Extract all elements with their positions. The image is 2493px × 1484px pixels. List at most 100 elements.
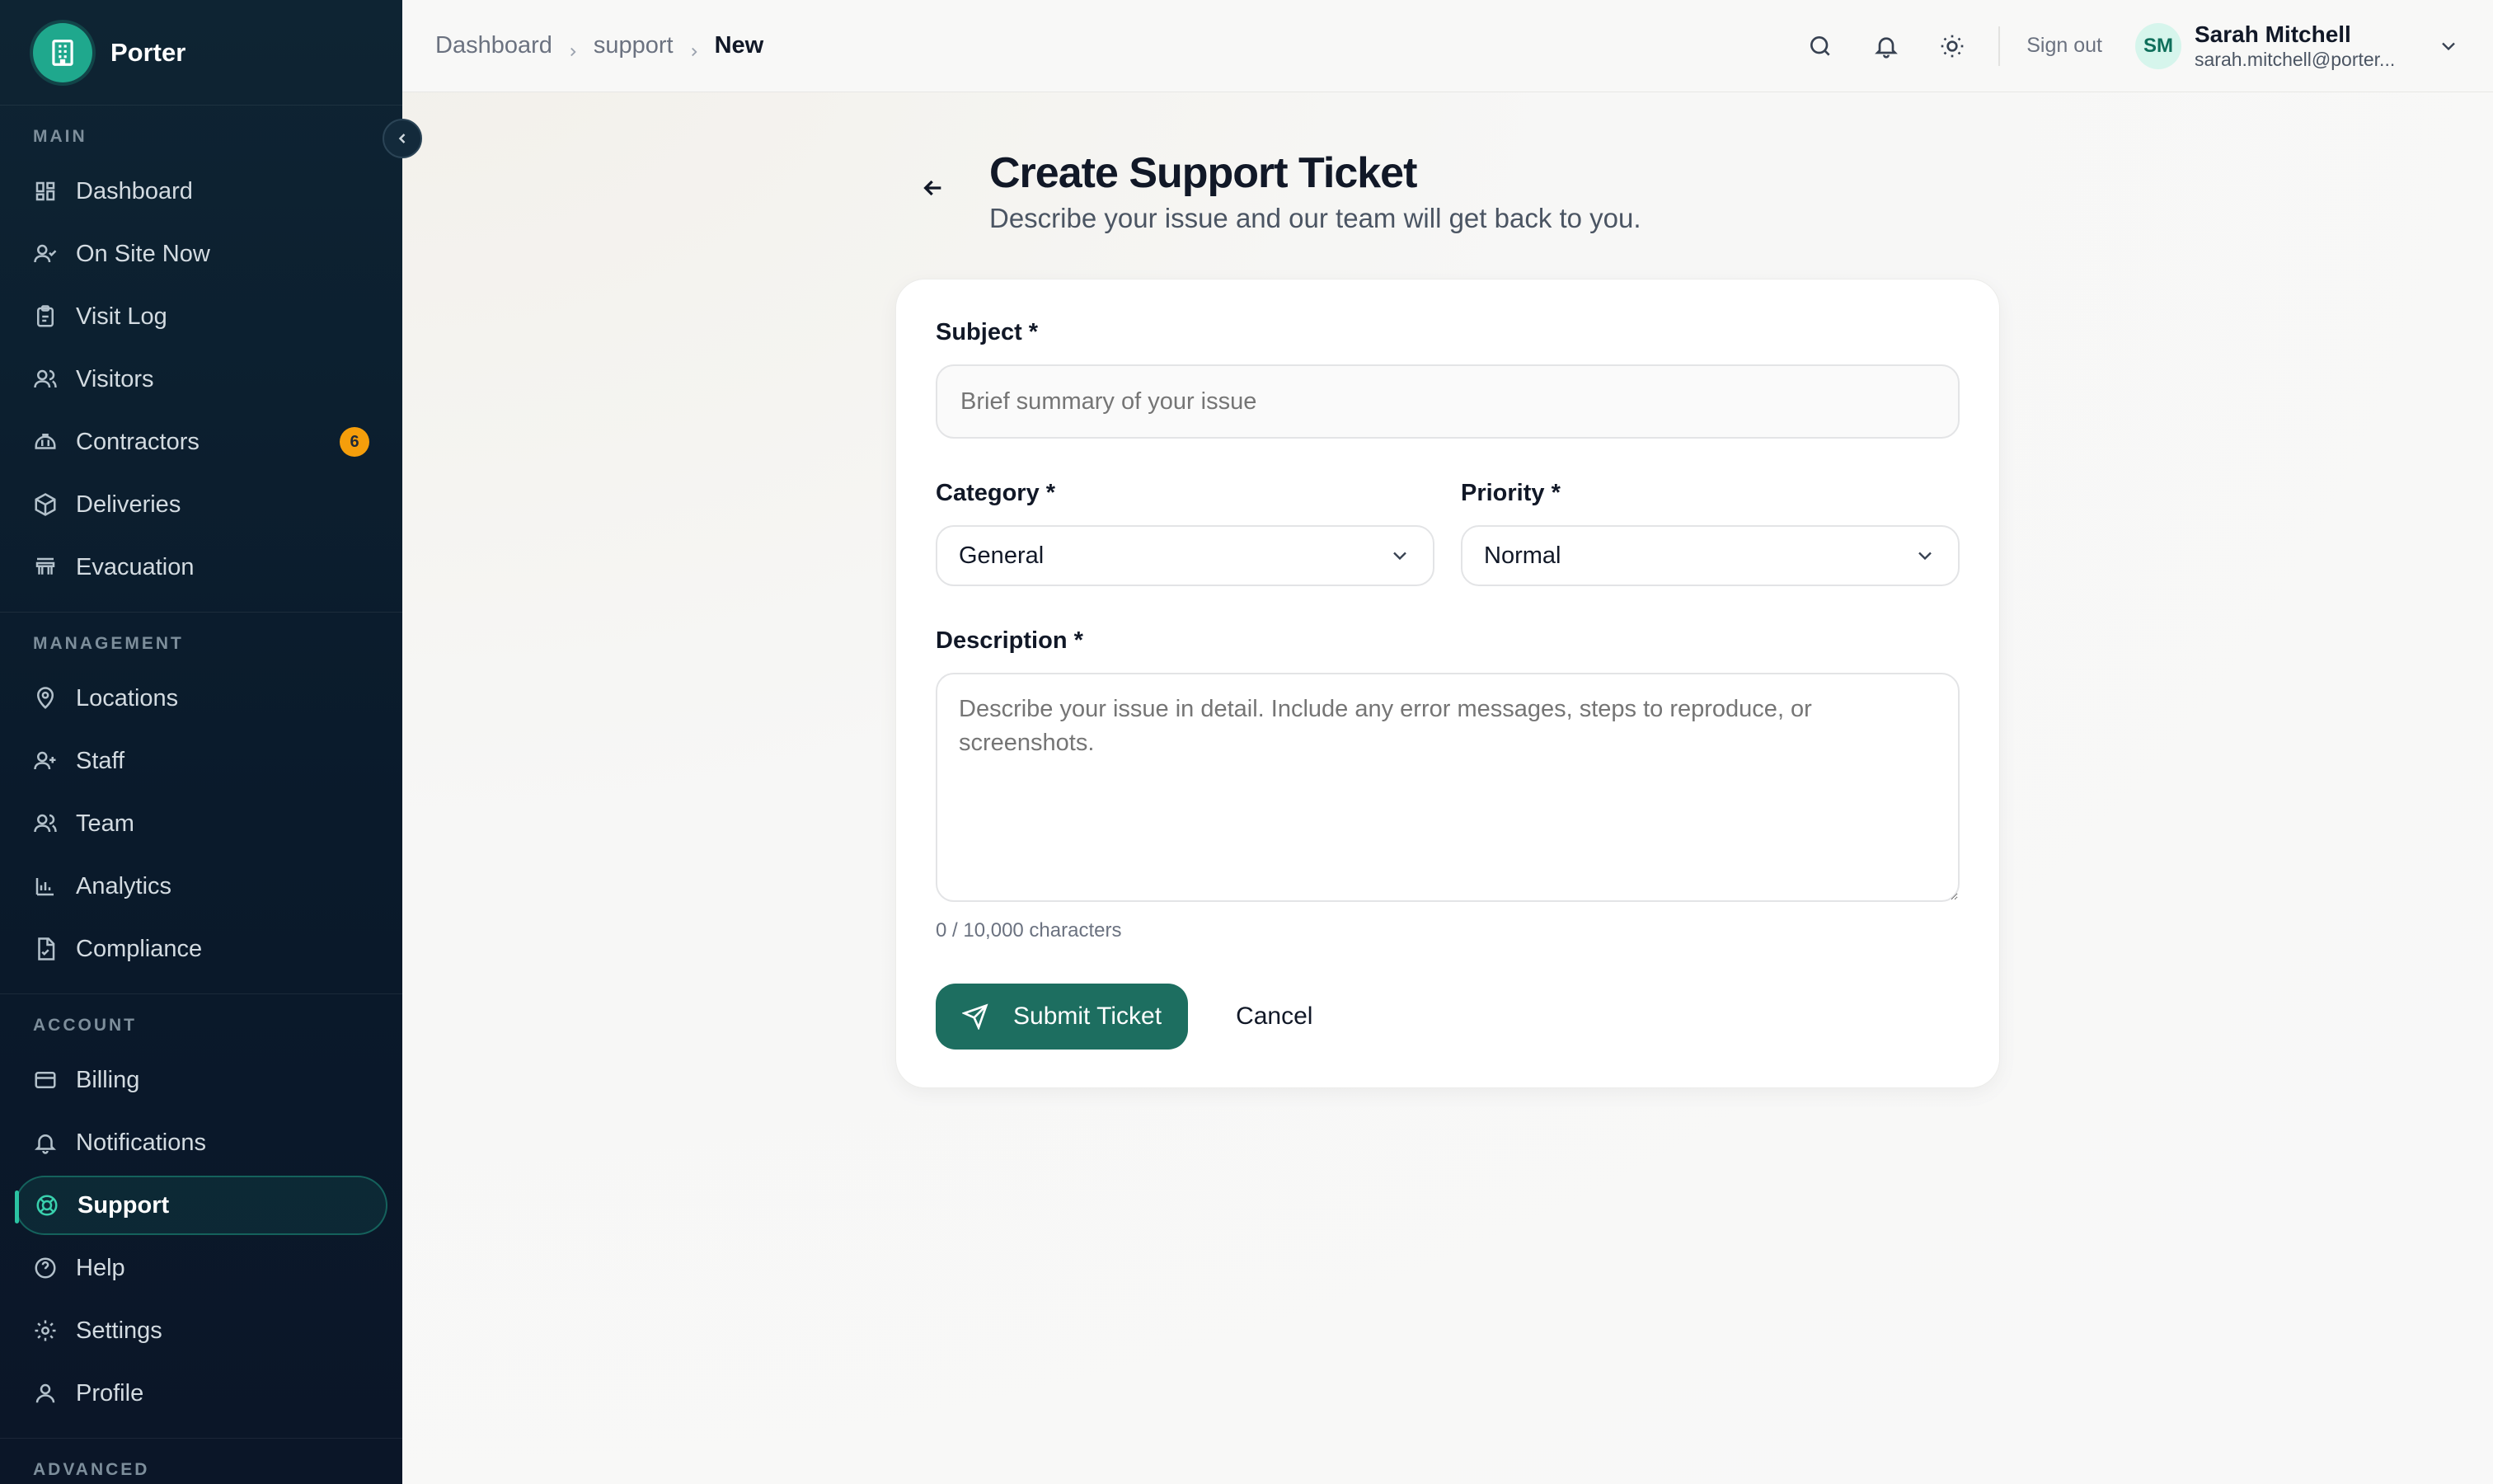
sidebar-item-label: Deliveries [76,491,181,518]
description-label: Description * [936,627,1083,654]
breadcrumb-dashboard[interactable]: Dashboard [435,32,552,59]
sidebar-item-deliveries[interactable]: Deliveries [15,475,387,534]
sidebar-item-label: Analytics [76,872,172,899]
sidebar-item-team[interactable]: Team [15,794,387,853]
back-button[interactable] [913,168,953,208]
sidebar-item-locations[interactable]: Locations [15,669,387,728]
sidebar-item-visitors[interactable]: Visitors [15,350,387,409]
sidebar-item-label: Contractors [76,428,200,455]
sidebar-item-analytics[interactable]: Analytics [15,857,387,916]
chevron-right-icon [687,39,702,56]
page-subtitle: Describe your issue and our team will ge… [989,203,1641,233]
ticket-form-card: Subject * Category * General Priority * … [895,279,2000,1088]
bar-chart-icon [33,874,58,899]
category-select[interactable]: General [936,525,1434,586]
sidebar-section: MAIN Dashboard On Site Now Visit Log Visitor… [0,106,402,613]
count-badge: 6 [340,427,369,457]
users-icon [33,811,58,836]
submit-label: Submit Ticket [1013,1003,1162,1030]
sidebar-item-dashboard[interactable]: Dashboard [15,162,387,221]
sidebar-item-contractors[interactable]: Contractors 6 [15,412,387,472]
subject-input[interactable] [936,364,1960,439]
sidebar-item-label: Profile [76,1379,144,1407]
theme-toggle-button[interactable] [1932,26,1972,66]
sidebar: Porter MAIN Dashboard On Site Now Visit Log… [0,0,422,1484]
clipboard-icon [33,304,58,329]
user-plus-icon [33,749,58,773]
subject-label: Subject * [936,319,1039,345]
divider [1998,26,2001,66]
sidebar-section-title: MANAGEMENT [33,634,184,653]
sidebar-item-label: Staff [76,747,125,774]
arrow-left-icon [923,180,941,196]
sidebar-item-label: Team [76,810,134,837]
gear-icon [33,1318,58,1343]
help-circle-icon [33,1256,58,1280]
sidebar-item-on-site-now[interactable]: On Site Now [15,224,387,284]
submit-ticket-button[interactable]: Submit Ticket [936,984,1189,1050]
sidebar-section-title: ADVANCED [33,1460,150,1479]
chevron-down-icon [1388,544,1411,567]
main-content: Dashboard support New Sign out SM Sarah … [402,0,2493,1484]
sidebar-section: ADVANCED [0,1439,402,1484]
priority-label: Priority * [1461,480,1561,506]
chevron-right-icon [566,39,580,56]
sidebar-item-notifications[interactable]: Notifications [15,1113,387,1172]
sidebar-item-evacuation[interactable]: Evacuation [15,538,387,597]
sidebar-item-visit-log[interactable]: Visit Log [15,287,387,346]
search-button[interactable] [1800,26,1840,66]
breadcrumb-support[interactable]: support [594,32,674,59]
sidebar-item-settings[interactable]: Settings [15,1301,387,1360]
topbar-actions: Sign out SM Sarah Mitchell sarah.mitchel… [1774,21,2460,71]
sidebar-section: MANAGEMENT Locations Staff Team Analytics Com… [0,613,402,994]
user-check-icon [33,242,58,266]
user-email: sarah.mitchell@porter... [2195,48,2396,70]
user-icon [33,1381,58,1406]
sun-icon [1941,35,1964,57]
chevron-down-icon [1913,544,1937,567]
notifications-button[interactable] [1866,26,1906,66]
brand-name: Porter [110,37,186,67]
priority-value: Normal [1484,542,1561,569]
sidebar-item-staff[interactable]: Staff [15,731,387,791]
page-title: Create Support Ticket [989,149,1417,197]
sidebar-item-label: Help [76,1254,125,1281]
users-icon [33,367,58,392]
sidebar-item-support[interactable]: Support [15,1176,387,1235]
sidebar-item-label: Visitors [76,365,154,392]
breadcrumb: Dashboard support New [435,32,763,59]
sidebar-item-label: Compliance [76,935,203,962]
sidebar-item-label: Dashboard [76,177,193,204]
category-value: General [959,542,1045,569]
chevron-left-icon [398,134,406,143]
chevron-down-icon[interactable] [2437,35,2460,58]
collapse-sidebar-button[interactable] [383,119,422,158]
lifebuoy-icon [35,1193,59,1218]
sidebar-nav: MAIN Dashboard On Site Now Visit Log Visitor… [0,106,402,1484]
category-label: Category * [936,480,1056,506]
building-icon [33,22,92,82]
sidebar-item-label: On Site Now [76,240,210,267]
package-icon [33,492,58,517]
file-check-icon [33,937,58,961]
priority-select[interactable]: Normal [1461,525,1960,586]
description-textarea[interactable] [936,673,1960,902]
sidebar-item-profile[interactable]: Profile [15,1364,387,1423]
user-info[interactable]: Sarah Mitchell sarah.mitchell@porter... [2195,21,2417,71]
bell-icon [1875,36,1899,59]
map-pin-icon [33,686,58,711]
cancel-button[interactable]: Cancel [1236,1003,1312,1031]
sign-out-link[interactable]: Sign out [2026,34,2102,58]
character-count: 0 / 10,000 characters [936,919,1122,942]
sidebar-item-label: Settings [76,1317,162,1344]
avatar[interactable]: SM [2135,22,2181,69]
sidebar-item-help[interactable]: Help [15,1238,387,1298]
alarm-icon [33,555,58,580]
brand: Porter [0,0,402,106]
user-name: Sarah Mitchell [2195,21,2351,47]
sidebar-item-label: Visit Log [76,303,167,330]
sidebar-item-billing[interactable]: Billing [15,1050,387,1110]
bell-icon [33,1130,58,1155]
credit-card-icon [33,1068,58,1092]
sidebar-item-compliance[interactable]: Compliance [15,919,387,979]
